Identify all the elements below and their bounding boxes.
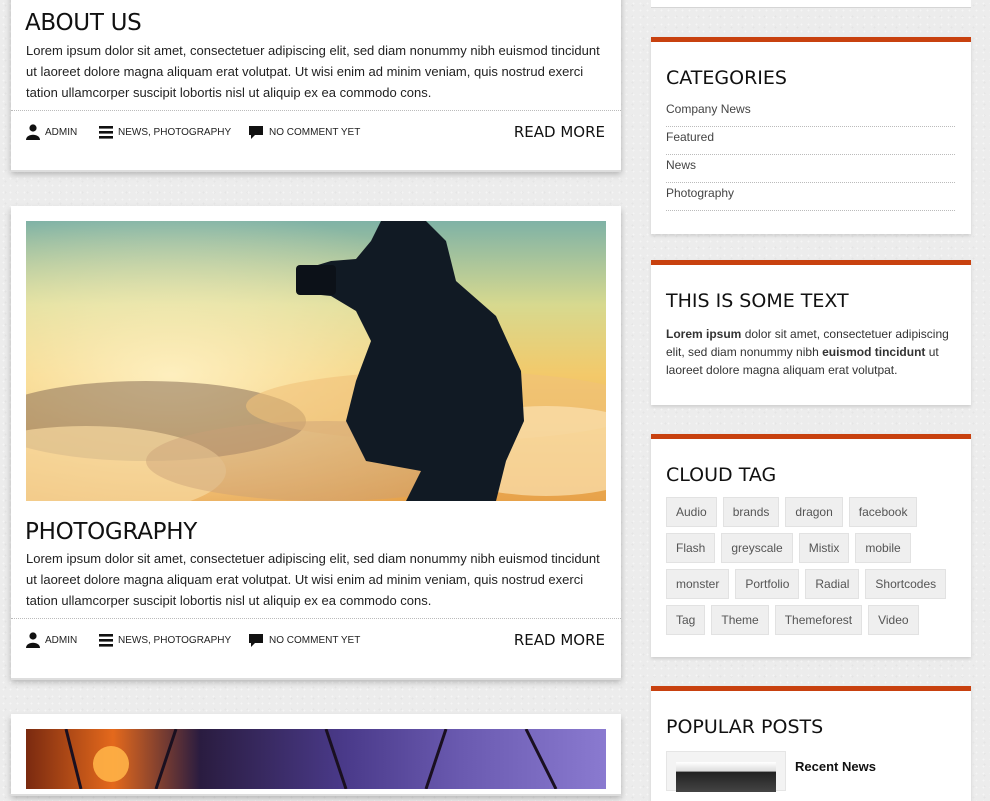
tag-link[interactable]: facebook <box>848 497 918 527</box>
post-title[interactable]: PHOTOGRAPHY <box>25 519 197 545</box>
widget-title: THIS IS SOME TEXT <box>666 290 849 312</box>
widget-title: CLOUD TAG <box>666 464 777 486</box>
bold-text: Lorem ipsum <box>666 327 742 341</box>
bold-text: euismod tincidunt <box>822 345 926 359</box>
list-icon <box>99 633 113 647</box>
tag-link[interactable]: monster <box>666 569 730 599</box>
painting-image <box>26 729 606 789</box>
popular-posts-widget: POPULAR POSTS Recent News <box>651 686 971 801</box>
post-featured-image[interactable] <box>26 221 606 501</box>
tag-link[interactable]: Flash <box>666 533 716 563</box>
text-widget: THIS IS SOME TEXT Lorem ipsum dolor sit … <box>651 260 971 405</box>
cloud-tag-widget: CLOUD TAG Audio brands dragon facebook F… <box>651 434 971 657</box>
tag-link[interactable]: Video <box>868 605 919 635</box>
tag-link[interactable]: Themeforest <box>774 605 863 635</box>
user-icon <box>26 632 40 648</box>
widget-text: Lorem ipsum dolor sit amet, consectetuer… <box>666 325 961 379</box>
list-icon <box>99 125 113 139</box>
tag-link[interactable]: dragon <box>785 497 843 527</box>
comments-label: NO COMMENT YET <box>269 634 361 646</box>
tag-link[interactable]: Tag <box>666 605 706 635</box>
post-comments[interactable]: NO COMMENT YET <box>248 123 360 141</box>
post-about-us: ABOUT US Lorem ipsum dolor sit amet, con… <box>11 0 621 170</box>
user-icon <box>26 124 40 140</box>
photographer-silhouette-image <box>26 221 606 501</box>
category-link[interactable]: Photography <box>666 186 734 200</box>
post-categories[interactable]: NEWS, PHOTOGRAPHY <box>99 123 231 141</box>
post-meta: ADMIN NEWS, PHOTOGRAPHY NO COMMENT YET R… <box>11 618 621 675</box>
category-item[interactable]: Photography <box>666 183 955 211</box>
post-photography: PHOTOGRAPHY Lorem ipsum dolor sit amet, … <box>11 206 621 678</box>
category-link[interactable]: Featured <box>666 130 714 144</box>
category-link[interactable]: News <box>666 158 696 172</box>
tag-cloud: Audio brands dragon facebook Flash greys… <box>666 497 966 641</box>
categories-label: NEWS, PHOTOGRAPHY <box>118 126 232 138</box>
tag-link[interactable]: brands <box>722 497 780 527</box>
read-more-link[interactable]: READ MORE <box>514 123 605 141</box>
tag-link[interactable]: Mistix <box>798 533 850 563</box>
tag-link[interactable]: Theme <box>711 605 769 635</box>
post-excerpt: Lorem ipsum dolor sit amet, consectetuer… <box>26 43 600 100</box>
tag-link[interactable]: Shortcodes <box>865 569 947 599</box>
category-item[interactable]: Company News <box>666 99 955 127</box>
post-featured-image[interactable] <box>26 729 606 789</box>
popular-post-thumbnail[interactable] <box>666 751 786 792</box>
sidebar-top-divider <box>651 0 971 8</box>
categories-list: Company News Featured News Photography <box>666 99 955 211</box>
post-excerpt: Lorem ipsum dolor sit amet, consectetuer… <box>26 551 600 608</box>
comment-icon <box>249 125 263 139</box>
author-label: ADMIN <box>45 634 78 646</box>
categories-label: NEWS, PHOTOGRAPHY <box>118 634 232 646</box>
category-item[interactable]: Featured <box>666 127 955 155</box>
post-comments[interactable]: NO COMMENT YET <box>248 631 360 649</box>
post-painting <box>11 714 621 794</box>
thumbnail-image <box>676 762 776 792</box>
popular-post-title[interactable]: Recent News <box>795 759 876 774</box>
read-more-link[interactable]: READ MORE <box>514 631 605 649</box>
widget-title: POPULAR POSTS <box>666 716 824 738</box>
author-label: ADMIN <box>45 126 78 138</box>
tag-link[interactable]: Audio <box>666 497 717 527</box>
post-title[interactable]: ABOUT US <box>25 10 142 36</box>
tag-link[interactable]: greyscale <box>721 533 793 563</box>
widget-title: CATEGORIES <box>666 67 787 89</box>
tag-link[interactable]: Radial <box>805 569 860 599</box>
post-author[interactable]: ADMIN <box>26 123 77 141</box>
category-item[interactable]: News <box>666 155 955 183</box>
comment-icon <box>249 633 263 647</box>
tag-link[interactable]: mobile <box>855 533 911 563</box>
categories-widget: CATEGORIES Company News Featured News Ph… <box>651 37 971 234</box>
post-author[interactable]: ADMIN <box>26 631 77 649</box>
tag-link[interactable]: Portfolio <box>735 569 800 599</box>
post-meta: ADMIN NEWS, PHOTOGRAPHY NO COMMENT YET R… <box>11 110 621 167</box>
category-link[interactable]: Company News <box>666 102 751 116</box>
post-categories[interactable]: NEWS, PHOTOGRAPHY <box>99 631 231 649</box>
comments-label: NO COMMENT YET <box>269 126 361 138</box>
